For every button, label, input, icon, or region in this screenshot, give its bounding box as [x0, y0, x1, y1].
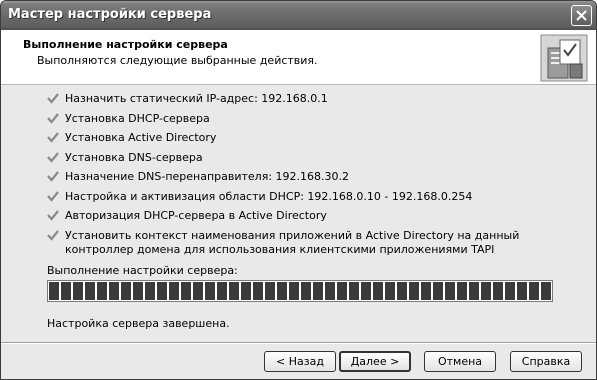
- help-button[interactable]: Справка: [510, 351, 582, 372]
- progress-bar: [47, 280, 553, 302]
- close-icon: [576, 10, 587, 21]
- check-icon: [47, 230, 59, 241]
- page-subtitle: Выполняются следующие выбранные действия…: [37, 54, 318, 67]
- task-label: Установка DNS-сервера: [65, 151, 203, 164]
- progress-label: Выполнение настройки сервера:: [47, 264, 238, 277]
- cancel-button[interactable]: Отмена: [424, 351, 496, 372]
- check-icon: [47, 93, 59, 104]
- page-title: Выполнение настройки сервера: [23, 38, 228, 51]
- back-button[interactable]: < Назад: [264, 351, 336, 372]
- check-icon: [47, 210, 59, 221]
- task-label: Установить контекст наименования приложе…: [65, 229, 520, 242]
- task-label: Назначение DNS-перенаправителя: 192.168.…: [65, 170, 350, 183]
- window-title: Мастер настройки сервера: [8, 7, 212, 22]
- check-icon: [47, 152, 59, 163]
- wizard-header: Выполнение настройки сервера Выполняются…: [1, 30, 596, 85]
- status-text: Настройка сервера завершена.: [47, 317, 230, 330]
- check-icon: [47, 191, 59, 202]
- close-button[interactable]: [571, 5, 592, 26]
- task-label: Настройка и активизация области DHCP: 19…: [65, 190, 473, 203]
- server-wizard-icon: [540, 34, 588, 82]
- next-button[interactable]: Далее >: [339, 351, 411, 372]
- task-label: Назначить статический IP-адрес: 192.168.…: [65, 92, 328, 105]
- task-label-continued: контроллер домена для использования клие…: [65, 243, 495, 256]
- check-icon: [47, 171, 59, 182]
- check-icon: [47, 132, 59, 143]
- task-label: Авторизация DHCP-сервера в Active Direct…: [65, 209, 327, 222]
- check-icon: [47, 113, 59, 124]
- footer-divider: [1, 342, 596, 344]
- progress-fill: [49, 282, 551, 300]
- task-label: Установка Active Directory: [65, 131, 217, 144]
- title-bar[interactable]: Мастер настройки сервера: [1, 1, 596, 30]
- task-label: Установка DHCP-сервера: [65, 112, 210, 125]
- wizard-window: Мастер настройки сервера Выполнение наст…: [0, 0, 597, 380]
